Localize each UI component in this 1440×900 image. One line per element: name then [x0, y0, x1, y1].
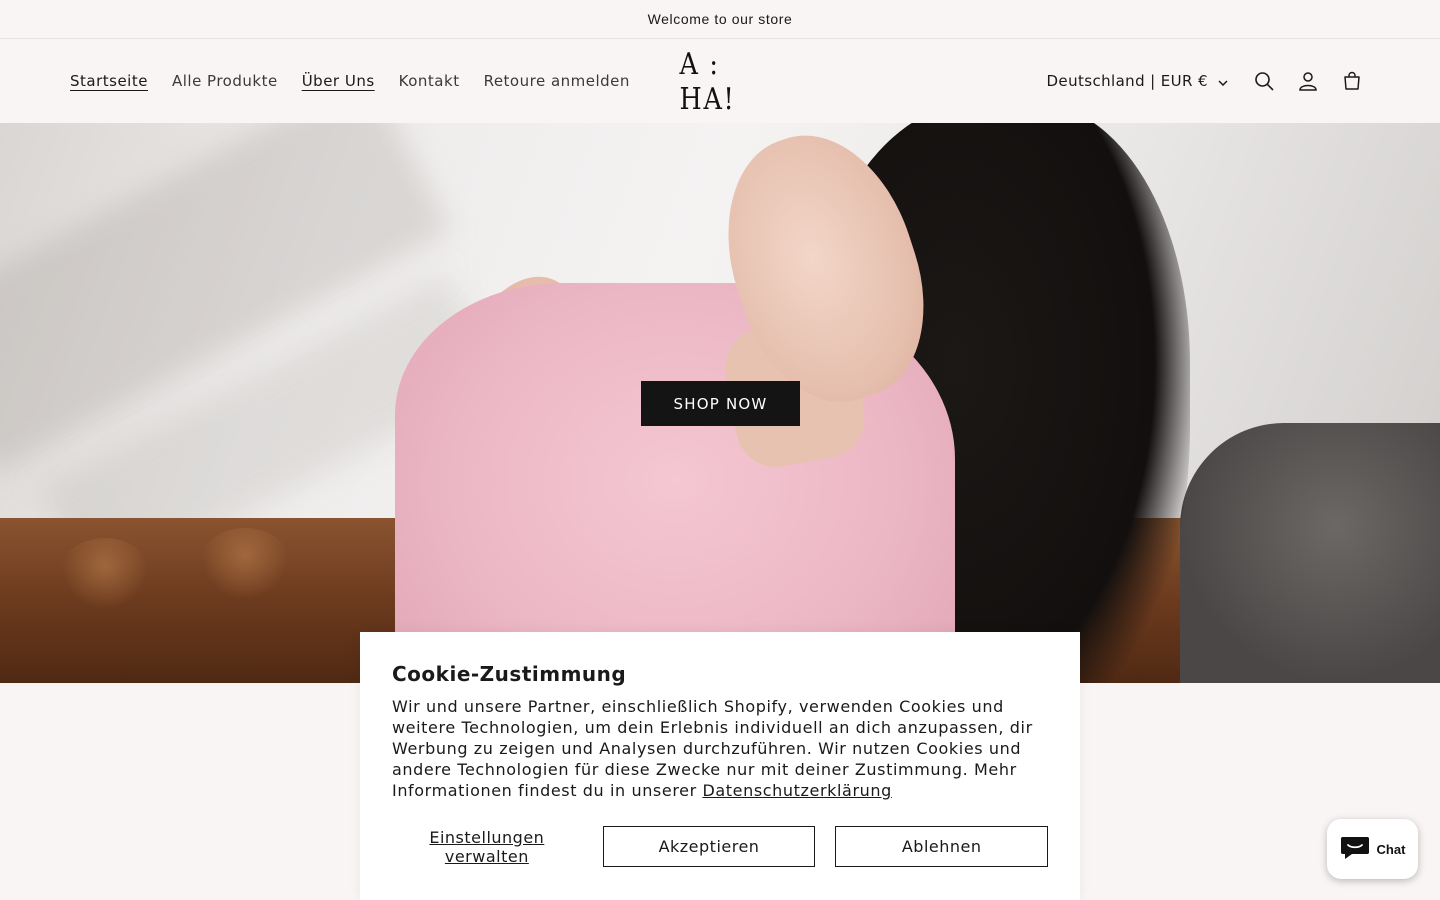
cookie-consent-banner: Cookie-Zustimmung Wir und unsere Partner… [360, 632, 1080, 900]
chat-widget-button[interactable]: Chat [1327, 819, 1418, 879]
store-logo[interactable]: A : HA! [680, 47, 765, 117]
cart-icon[interactable] [1330, 59, 1374, 103]
nav-item-kontakt[interactable]: Kontakt [387, 72, 472, 90]
country-selector[interactable]: Deutschland | EUR € [1046, 72, 1228, 90]
nav-item-alle-produkte[interactable]: Alle Produkte [160, 72, 290, 90]
account-icon[interactable] [1286, 59, 1330, 103]
privacy-policy-link[interactable]: Datenschutzerklärung [702, 781, 891, 800]
hero-banner: SHOP NOW [0, 123, 1440, 683]
cookie-body: Wir und unsere Partner, einschließlich S… [392, 696, 1048, 801]
chat-label: Chat [1376, 841, 1406, 857]
site-header: Startseite Alle Produkte Über Uns Kontak… [0, 39, 1440, 123]
decline-cookies-button[interactable]: Ablehnen [835, 826, 1048, 867]
nav-item-startseite[interactable]: Startseite [58, 72, 160, 90]
cookie-title: Cookie-Zustimmung [392, 662, 627, 686]
hero-image-sofa-arm [1180, 423, 1440, 683]
main-navigation: Startseite Alle Produkte Über Uns Kontak… [58, 39, 642, 123]
cookie-actions: Einstellungen verwalten Akzeptieren Able… [392, 826, 1048, 867]
chevron-down-icon [1218, 72, 1228, 90]
manage-preferences-link[interactable]: Einstellungen verwalten [392, 828, 582, 866]
nav-item-ueber-uns[interactable]: Über Uns [290, 72, 387, 90]
accept-cookies-button[interactable]: Akzeptieren [602, 826, 816, 867]
shop-now-button[interactable]: SHOP NOW [641, 381, 800, 426]
chat-bubble-icon [1340, 835, 1370, 864]
header-actions: Deutschland | EUR € [1046, 39, 1374, 123]
nav-item-retoure-anmelden[interactable]: Retoure anmelden [472, 72, 642, 90]
search-icon[interactable] [1242, 59, 1286, 103]
country-selector-label: Deutschland | EUR € [1046, 72, 1208, 90]
announcement-bar: Welcome to our store [0, 0, 1440, 39]
announcement-text: Welcome to our store [647, 11, 793, 27]
